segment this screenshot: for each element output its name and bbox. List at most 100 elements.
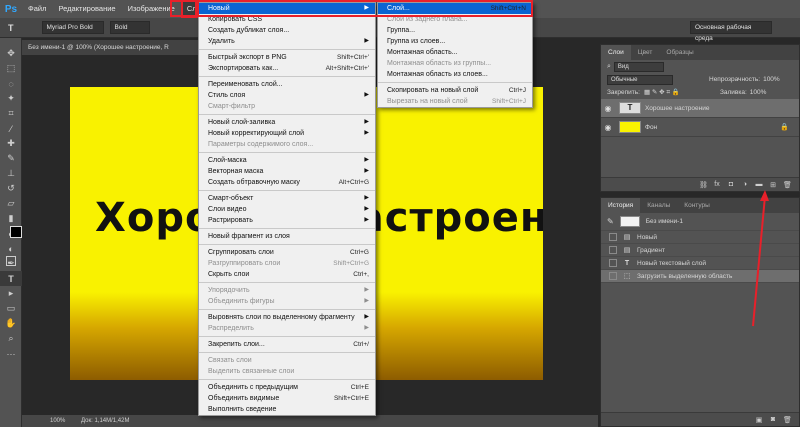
- menu-item[interactable]: Стиль слоя ▶: [199, 90, 375, 101]
- font-style-select[interactable]: Bold: [109, 21, 150, 34]
- foreground-color-swatch[interactable]: [10, 226, 22, 238]
- history-brush-tool-icon[interactable]: ↺: [0, 181, 22, 196]
- quick-mask-icon[interactable]: [6, 256, 16, 266]
- crop-tool-icon[interactable]: ⌗: [0, 106, 22, 121]
- menu-item[interactable]: Слои видео ▶: [199, 204, 375, 215]
- menu-item[interactable]: Объединить видимые Shift+Ctrl+E: [199, 393, 375, 404]
- menu-separator: [199, 282, 375, 283]
- menu-item-label: Разгруппировать слои: [208, 260, 281, 267]
- gradient-tool-icon[interactable]: ▮: [0, 211, 22, 226]
- fill-value[interactable]: 100%: [750, 89, 767, 96]
- opacity-value[interactable]: 100%: [763, 76, 780, 83]
- menu-item[interactable]: Закрепить слои... Ctrl+/: [199, 339, 375, 350]
- zoom-tool-icon[interactable]: ⌕: [0, 331, 22, 346]
- adjustment-icon[interactable]: ◑: [741, 181, 749, 188]
- menu-item[interactable]: Экспортировать как... Alt+Shift+Ctrl+': [199, 63, 375, 74]
- blend-mode-select[interactable]: Обычные: [607, 74, 673, 85]
- healing-tool-icon[interactable]: ✚: [0, 136, 22, 151]
- document-tab[interactable]: Без имени-1 @ 100% (Хорошее настроение, …: [22, 40, 200, 55]
- tab-channels[interactable]: Каналы: [640, 198, 677, 213]
- menu-item-label: Группа...: [387, 27, 416, 34]
- tab-paths[interactable]: Контуры: [677, 198, 717, 213]
- eyedropper-tool-icon[interactable]: ⁄: [0, 121, 22, 136]
- menu-item[interactable]: Удалить ▶: [199, 36, 375, 47]
- tab-layers[interactable]: Слои: [601, 45, 631, 60]
- menu-item[interactable]: Быстрый экспорт в PNG Shift+Ctrl+': [199, 52, 375, 63]
- mask-icon[interactable]: ◘: [727, 181, 735, 188]
- menu-item[interactable]: Создать дубликат слоя...: [199, 25, 375, 36]
- menu-item[interactable]: Векторная маска ▶: [199, 166, 375, 177]
- tab-color[interactable]: Цвет: [631, 45, 660, 60]
- menu-item[interactable]: Выполнить сведение: [199, 404, 375, 415]
- history-item[interactable]: ▤ Новый: [601, 231, 799, 244]
- history-item[interactable]: T Новый текстовый слой: [601, 257, 799, 270]
- menu-item[interactable]: Монтажная область из слоев...: [378, 69, 532, 80]
- menu-item-shortcut: Shift+Ctrl+J: [492, 98, 526, 105]
- camera-icon[interactable]: ◙: [769, 416, 777, 423]
- tab-history[interactable]: История: [601, 198, 641, 213]
- workspace-select[interactable]: Основная рабочая среда: [690, 21, 772, 42]
- stamp-tool-icon[interactable]: ⊥: [0, 166, 22, 181]
- menu-separator: [199, 379, 375, 380]
- menu-item[interactable]: Переименовать слой...: [199, 79, 375, 90]
- hand-tool-icon[interactable]: ✋: [0, 316, 22, 331]
- eye-icon[interactable]: ◉: [601, 123, 615, 132]
- menu-item[interactable]: Скопировать на новый слой Ctrl+J: [378, 85, 532, 96]
- history-item[interactable]: ▤ Градиент: [601, 244, 799, 257]
- menu-item[interactable]: Группа...: [378, 25, 532, 36]
- menu-item[interactable]: Скрыть слои Ctrl+,: [199, 269, 375, 280]
- zoom-level[interactable]: 100%: [50, 418, 65, 424]
- folder-icon[interactable]: ▬: [755, 181, 763, 188]
- type-tool-icon[interactable]: T: [0, 271, 22, 286]
- layer-row-background[interactable]: ◉ Фон 🔒: [601, 118, 799, 137]
- fx-icon[interactable]: fx: [713, 181, 721, 188]
- menu-separator: [199, 190, 375, 191]
- eraser-tool-icon[interactable]: ▱: [0, 196, 22, 211]
- menu-item-label: Выполнить сведение: [208, 406, 277, 413]
- menu-item[interactable]: Растрировать ▶: [199, 215, 375, 226]
- menu-item[interactable]: Создать обтравочную маску Alt+Ctrl+G: [199, 177, 375, 188]
- menu-item[interactable]: Монтажная область...: [378, 47, 532, 58]
- move-tool-icon[interactable]: ✥: [0, 46, 22, 61]
- magic-wand-tool-icon[interactable]: ✦: [0, 91, 22, 106]
- history-snapshot[interactable]: ✎ Без имени-1: [601, 213, 799, 231]
- dodge-tool-icon[interactable]: ◐: [0, 241, 22, 256]
- path-select-tool-icon[interactable]: ▸: [0, 286, 22, 301]
- menu-item[interactable]: Сгруппировать слои Ctrl+G: [199, 247, 375, 258]
- layers-panel: Слои Цвет Образцы ⌕ Вид Обычные Непрозра…: [600, 44, 800, 192]
- tab-swatches[interactable]: Образцы: [659, 45, 700, 60]
- menu-item[interactable]: Слой-маска ▶: [199, 155, 375, 166]
- menu-item-label: Растрировать: [208, 217, 253, 224]
- history-item-label: Новый текстовый слой: [637, 259, 706, 267]
- menu-item[interactable]: Выровнять слои по выделенному фрагменту ▶: [199, 312, 375, 323]
- layer-name[interactable]: Фон: [645, 124, 657, 131]
- menu-item[interactable]: Новый корректирующий слой ▶: [199, 128, 375, 139]
- menu-item-label: Объединить с предыдущим: [208, 384, 298, 391]
- layer-name[interactable]: Хорошее настроение: [645, 105, 709, 112]
- menu-item[interactable]: Новый слой-заливка ▶: [199, 117, 375, 128]
- marquee-tool-icon[interactable]: ⬚: [0, 61, 22, 76]
- more-tools-icon[interactable]: ···: [0, 346, 22, 361]
- layer-row-text[interactable]: ◉ T Хорошее настроение: [601, 99, 799, 118]
- trash-icon[interactable]: 🗑: [783, 416, 792, 424]
- menu-file[interactable]: Файл: [22, 0, 52, 18]
- layer-kind-filter[interactable]: Вид: [613, 61, 664, 72]
- trash-icon[interactable]: 🗑: [783, 181, 792, 189]
- menu-item-label: Объединить фигуры: [208, 298, 275, 305]
- menu-separator: [199, 114, 375, 115]
- shape-tool-icon[interactable]: ▭: [0, 301, 22, 316]
- lock-icons[interactable]: ▦ ✎ ✥ ⌗ 🔒: [644, 88, 680, 97]
- history-item[interactable]: ⬚ Загрузить выделенную область: [601, 270, 799, 283]
- menu-item[interactable]: Смарт-объект ▶: [199, 193, 375, 204]
- brush-tool-icon[interactable]: ✎: [0, 151, 22, 166]
- menu-edit[interactable]: Редактирование: [52, 0, 121, 18]
- menu-item[interactable]: Группа из слоев...: [378, 36, 532, 47]
- new-document-icon[interactable]: ▣: [755, 416, 763, 424]
- eye-icon[interactable]: ◉: [601, 104, 615, 113]
- menu-item[interactable]: Объединить с предыдущим Ctrl+E: [199, 382, 375, 393]
- menu-item[interactable]: Новый фрагмент из слоя: [199, 231, 375, 242]
- font-family-select[interactable]: Myriad Pro Bold: [41, 21, 104, 34]
- new-layer-icon[interactable]: ⊞: [769, 181, 777, 189]
- link-icon[interactable]: ⛓: [699, 181, 708, 189]
- lasso-tool-icon[interactable]: ◌: [0, 76, 22, 91]
